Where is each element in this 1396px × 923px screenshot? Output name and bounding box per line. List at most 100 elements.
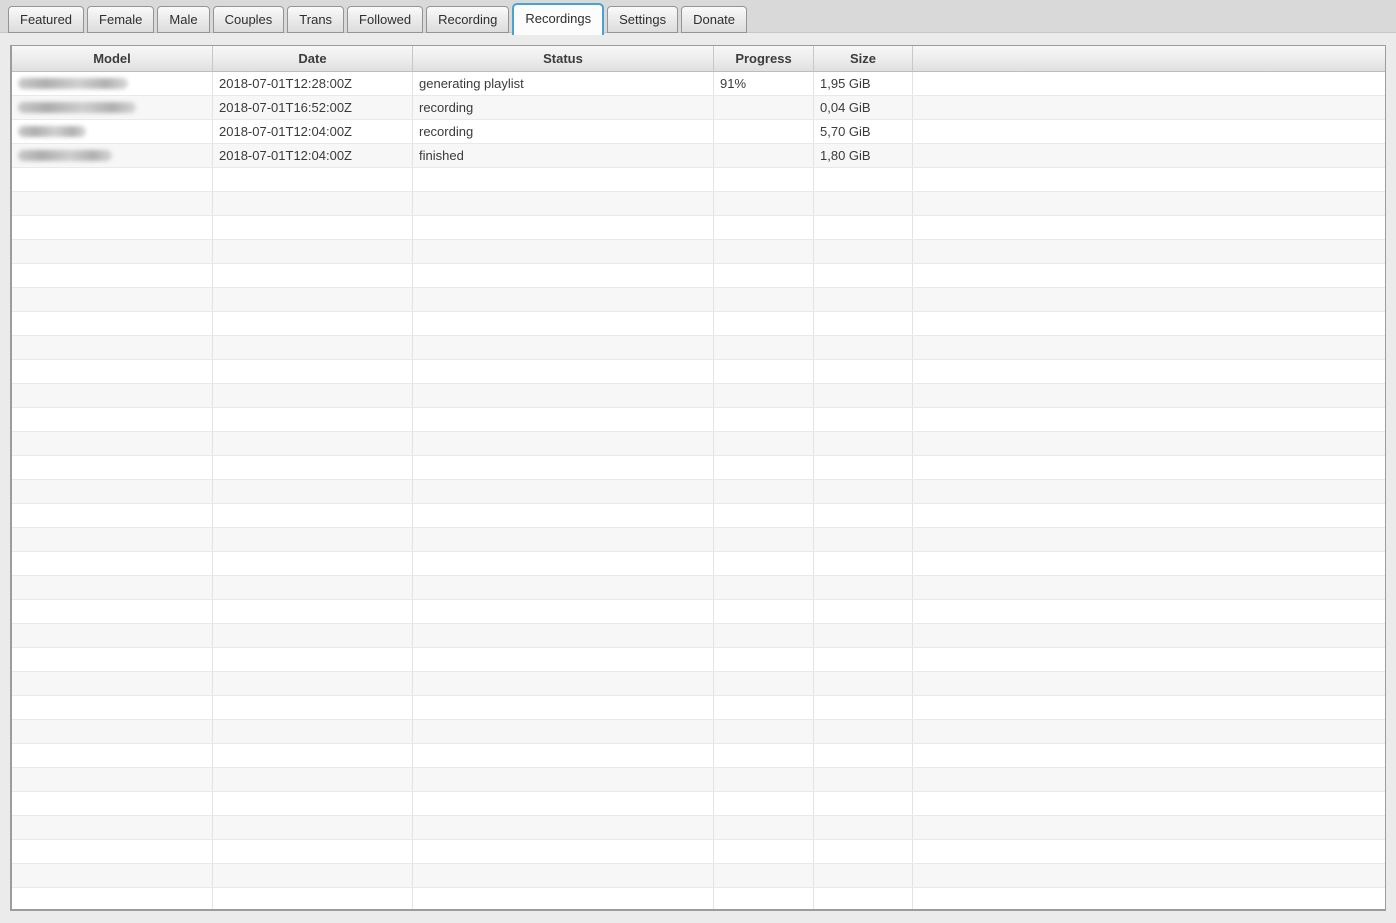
cell-empty bbox=[714, 168, 814, 191]
table-header-row: Model Date Status Progress Size bbox=[12, 46, 1385, 72]
table-row-empty[interactable] bbox=[12, 504, 1385, 528]
cell-empty bbox=[913, 264, 1385, 287]
table-row[interactable]: 2018-07-01T16:52:00Z recording 0,04 GiB bbox=[12, 96, 1385, 120]
tab-bar: Featured Female Male Couples Trans Followed Re… bbox=[0, 0, 1396, 35]
table-row-empty[interactable] bbox=[12, 384, 1385, 408]
table-row-empty[interactable] bbox=[12, 528, 1385, 552]
table-row-empty[interactable] bbox=[12, 288, 1385, 312]
table-row-empty[interactable] bbox=[12, 888, 1385, 909]
table-row-empty[interactable] bbox=[12, 240, 1385, 264]
table-row-empty[interactable] bbox=[12, 168, 1385, 192]
table-row-empty[interactable] bbox=[12, 360, 1385, 384]
cell-empty bbox=[213, 168, 413, 191]
table-row-empty[interactable] bbox=[12, 432, 1385, 456]
tab-female[interactable]: Female bbox=[87, 6, 155, 33]
table-row-empty[interactable] bbox=[12, 192, 1385, 216]
table-row-empty[interactable] bbox=[12, 648, 1385, 672]
table-row-empty[interactable] bbox=[12, 744, 1385, 768]
table-row-empty[interactable] bbox=[12, 792, 1385, 816]
cell-empty bbox=[413, 744, 714, 767]
table-row[interactable]: 2018-07-01T12:04:00Z recording 5,70 GiB bbox=[12, 120, 1385, 144]
table-row-empty[interactable] bbox=[12, 720, 1385, 744]
cell-empty bbox=[12, 888, 213, 909]
tab-couples[interactable]: Couples bbox=[212, 6, 285, 33]
cell-empty bbox=[213, 600, 413, 623]
column-header-status[interactable]: Status bbox=[413, 46, 714, 71]
table-row-empty[interactable] bbox=[12, 264, 1385, 288]
cell-progress bbox=[714, 120, 814, 143]
cell-empty bbox=[12, 576, 213, 599]
table-row-empty[interactable] bbox=[12, 768, 1385, 792]
cell-status: recording bbox=[413, 120, 714, 143]
cell-empty bbox=[913, 216, 1385, 239]
tab-donate[interactable]: Donate bbox=[681, 6, 748, 33]
tab-male[interactable]: Male bbox=[157, 6, 210, 33]
column-header-date[interactable]: Date bbox=[213, 46, 413, 71]
cell-empty bbox=[814, 768, 913, 791]
cell-progress bbox=[714, 144, 814, 167]
table-row-empty[interactable] bbox=[12, 600, 1385, 624]
tab-followed[interactable]: Followed bbox=[347, 6, 424, 33]
column-header-size[interactable]: Size bbox=[814, 46, 913, 71]
table-row[interactable]: 2018-07-01T12:04:00Z finished 1,80 GiB bbox=[12, 144, 1385, 168]
cell-empty bbox=[413, 216, 714, 239]
table-row[interactable]: 2018-07-01T12:28:00Z generating playlist 9… bbox=[12, 72, 1385, 96]
cell-empty bbox=[413, 600, 714, 623]
cell-date: 2018-07-01T16:52:00Z bbox=[213, 96, 413, 119]
table-row-empty[interactable] bbox=[12, 408, 1385, 432]
cell-empty bbox=[913, 432, 1385, 455]
tab-featured[interactable]: Featured bbox=[8, 6, 85, 33]
table-row-empty[interactable] bbox=[12, 216, 1385, 240]
table-row-empty[interactable] bbox=[12, 552, 1385, 576]
cell-date: 2018-07-01T12:28:00Z bbox=[213, 72, 413, 95]
cell-empty bbox=[714, 552, 814, 575]
table-row-empty[interactable] bbox=[12, 696, 1385, 720]
table-row-empty[interactable] bbox=[12, 816, 1385, 840]
cell-model bbox=[12, 72, 213, 95]
cell-empty bbox=[714, 744, 814, 767]
column-header-model[interactable]: Model bbox=[12, 46, 213, 71]
cell-empty bbox=[213, 192, 413, 215]
cell-empty bbox=[913, 288, 1385, 311]
tab-recording[interactable]: Recording bbox=[426, 6, 510, 33]
cell-empty bbox=[913, 336, 1385, 359]
cell-empty bbox=[12, 288, 213, 311]
tab-recordings[interactable]: Recordings bbox=[512, 3, 605, 35]
table-row-empty[interactable] bbox=[12, 864, 1385, 888]
tab-trans[interactable]: Trans bbox=[287, 6, 345, 33]
table-row-empty[interactable] bbox=[12, 456, 1385, 480]
cell-empty bbox=[913, 888, 1385, 909]
column-header-progress[interactable]: Progress bbox=[714, 46, 814, 71]
cell-empty bbox=[814, 360, 913, 383]
table-row-empty[interactable] bbox=[12, 576, 1385, 600]
cell-empty bbox=[12, 360, 213, 383]
cell-empty bbox=[12, 432, 213, 455]
table-row-empty[interactable] bbox=[12, 624, 1385, 648]
cell-empty bbox=[913, 672, 1385, 695]
cell-empty bbox=[913, 552, 1385, 575]
table-row-empty[interactable] bbox=[12, 840, 1385, 864]
recordings-table: Model Date Status Progress Size 2018-07-01T1… bbox=[10, 45, 1386, 911]
cell-empty bbox=[12, 552, 213, 575]
cell-empty bbox=[12, 480, 213, 503]
cell-empty bbox=[814, 384, 913, 407]
table-row-empty[interactable] bbox=[12, 336, 1385, 360]
cell-empty bbox=[413, 336, 714, 359]
cell-empty bbox=[12, 672, 213, 695]
cell-empty bbox=[413, 384, 714, 407]
cell-empty bbox=[213, 528, 413, 551]
tab-settings[interactable]: Settings bbox=[607, 6, 679, 33]
cell-empty bbox=[213, 864, 413, 887]
table-row-empty[interactable] bbox=[12, 480, 1385, 504]
cell-empty bbox=[413, 672, 714, 695]
cell-empty bbox=[12, 264, 213, 287]
table-row-empty[interactable] bbox=[12, 672, 1385, 696]
cell-empty bbox=[12, 528, 213, 551]
cell-empty bbox=[12, 216, 213, 239]
cell-empty bbox=[714, 480, 814, 503]
cell-empty bbox=[12, 648, 213, 671]
cell-status: finished bbox=[413, 144, 714, 167]
cell-filler bbox=[913, 96, 1385, 119]
table-row-empty[interactable] bbox=[12, 312, 1385, 336]
redacted-model-name bbox=[18, 102, 136, 113]
